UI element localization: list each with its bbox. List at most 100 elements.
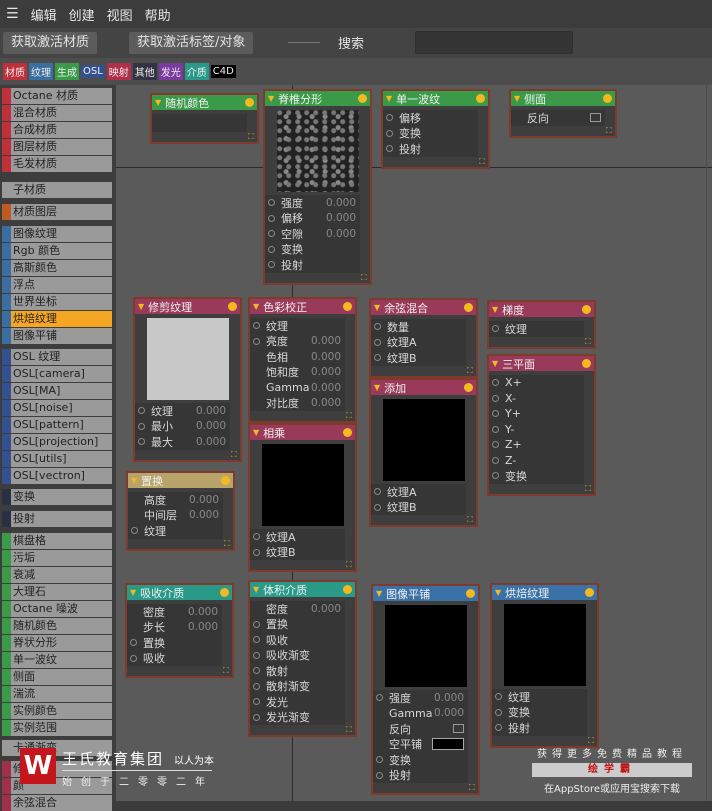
input-port[interactable] <box>492 394 499 402</box>
node-input-纹理[interactable]: 纹理 <box>250 318 345 334</box>
output-port[interactable] <box>343 585 352 594</box>
input-port[interactable] <box>253 667 260 674</box>
node-editor-canvas[interactable]: ▼ 随机颜色 ⛶ ▼ 脊椎分形 强度 0.000 偏移 0.000 空隙 0.000 变换 投射 ⛶ ▼ 单一… <box>116 85 712 801</box>
resize-handle-icon[interactable]: ⛶ <box>585 337 593 346</box>
resize-handle-icon[interactable]: ⛶ <box>248 133 256 141</box>
input-value[interactable]: 0.000 <box>326 228 360 240</box>
node-体积介质[interactable]: ▼ 体积介质 密度 0.000 置换 吸收 吸收渐变 散射 散射渐变 发光 发光渐变 ⛶ <box>248 580 357 737</box>
node-图像平铺[interactable]: ▼ 图像平铺 强度 0.000 Gamma 0.000 反向 空平铺 变换 投射 ⛶ <box>371 584 480 795</box>
tag-发光[interactable]: 发光 <box>158 63 183 80</box>
input-port[interactable] <box>253 620 260 628</box>
input-port[interactable] <box>374 354 381 361</box>
collapse-triangle-icon[interactable]: ▼ <box>492 305 498 314</box>
node-input-空隙[interactable]: 空隙 0.000 <box>265 226 360 242</box>
node-input-发光[interactable]: 发光 <box>250 694 345 710</box>
node-header[interactable]: ▼ 烘焙纹理 <box>492 585 597 600</box>
input-value[interactable]: 0.000 <box>326 212 360 224</box>
node-色彩校正[interactable]: ▼ 色彩校正 纹理 亮度 0.000 色相 0.000 饱和度 0.000 Gamma 0.000 对… <box>248 297 357 423</box>
node-header[interactable]: ▼ 置换 <box>128 473 233 488</box>
sidebar-item[interactable]: 变换 <box>2 489 112 505</box>
menu-view[interactable]: 视图 <box>107 5 133 24</box>
menu-create[interactable]: 创建 <box>69 5 95 24</box>
node-header[interactable]: ▼ 图像平铺 <box>373 586 478 601</box>
resize-handle-icon[interactable]: ⛶ <box>585 484 593 493</box>
output-port[interactable] <box>585 588 594 597</box>
sidebar-item[interactable]: 合成材质 <box>2 122 112 138</box>
input-port[interactable] <box>374 488 381 495</box>
input-value[interactable]: 0.000 <box>311 603 345 615</box>
input-port[interactable] <box>131 527 138 534</box>
node-input-置换[interactable]: 置换 <box>250 616 345 632</box>
sidebar-item[interactable]: 随机颜色 <box>2 618 112 634</box>
node-input-发光渐变[interactable]: 发光渐变 <box>250 709 345 725</box>
resize-handle-icon[interactable]: ⛶ <box>479 157 487 166</box>
node-input-Gamma[interactable]: Gamma 0.000 <box>373 705 468 721</box>
sidebar-item[interactable]: 投射 <box>2 511 112 527</box>
node-input-吸收[interactable]: 吸收 <box>250 632 345 648</box>
sidebar-item[interactable]: Octane 噪波 <box>2 601 112 617</box>
output-port[interactable] <box>358 94 367 103</box>
sidebar-item[interactable]: 图像平铺 <box>2 328 112 344</box>
resize-handle-icon[interactable]: ⛶ <box>469 784 477 792</box>
tag-纹理[interactable]: 纹理 <box>29 63 53 80</box>
collapse-triangle-icon[interactable]: ▼ <box>492 359 498 368</box>
sidebar-item[interactable]: 实例颜色 <box>2 703 112 719</box>
input-port[interactable] <box>495 693 502 700</box>
node-input-色相[interactable]: 色相 0.000 <box>250 349 345 365</box>
node-input-对比度[interactable]: 对比度 0.000 <box>250 395 345 411</box>
resize-handle-icon[interactable]: ⛶ <box>467 516 475 524</box>
sidebar-item[interactable]: 毛发材质 <box>2 156 112 172</box>
node-header[interactable]: ▼ 脊椎分形 <box>265 91 370 106</box>
collapse-triangle-icon[interactable]: ▼ <box>138 302 144 311</box>
input-port[interactable] <box>376 771 383 779</box>
input-value[interactable]: 0.000 <box>189 494 223 506</box>
node-header[interactable]: ▼ 三平面 <box>489 356 594 371</box>
node-相乘[interactable]: ▼ 相乘 纹理A 纹理B ⛶ <box>248 423 357 572</box>
node-input-最小[interactable]: 最小 0.000 <box>135 418 230 434</box>
input-port[interactable] <box>492 456 499 464</box>
input-port[interactable] <box>268 261 275 268</box>
input-port[interactable] <box>268 199 275 206</box>
collapse-triangle-icon[interactable]: ▼ <box>130 588 136 597</box>
output-port[interactable] <box>343 302 352 311</box>
input-port[interactable] <box>268 214 275 222</box>
input-value[interactable]: 0.000 <box>311 382 345 394</box>
output-port[interactable] <box>464 383 473 392</box>
node-input-吸收[interactable]: 吸收 <box>127 650 222 666</box>
input-value[interactable]: 0.000 <box>196 405 230 417</box>
node-input-散射[interactable]: 散射 <box>250 663 345 679</box>
sidebar-item[interactable]: 实例范围 <box>2 720 112 736</box>
node-header[interactable]: ▼ 随机颜色 <box>152 95 257 110</box>
tag-映射[interactable]: 映射 <box>106 63 131 80</box>
input-value[interactable]: 0.000 <box>196 420 230 432</box>
tag-材质[interactable]: 材质 <box>3 63 27 80</box>
sidebar-item[interactable]: 余弦混合 <box>2 795 112 811</box>
node-header[interactable]: ▼ 添加 <box>371 380 476 395</box>
collapse-triangle-icon[interactable]: ▼ <box>253 428 259 437</box>
sidebar-item[interactable]: 子材质 <box>2 182 112 198</box>
input-port[interactable] <box>253 698 260 705</box>
node-input-纹理A[interactable]: 纹理A <box>371 334 466 350</box>
input-port[interactable] <box>374 503 381 511</box>
sidebar-item[interactable]: 烘焙纹理 <box>2 311 112 327</box>
input-port[interactable] <box>376 756 383 763</box>
sidebar-item[interactable]: 图层材质 <box>2 139 112 155</box>
tag-介质[interactable]: 介质 <box>184 63 209 80</box>
resize-handle-icon[interactable]: ⛶ <box>361 273 369 282</box>
input-port[interactable] <box>130 654 137 662</box>
node-侧面[interactable]: ▼ 侧面 反向 ⛶ <box>509 89 617 138</box>
collapse-triangle-icon[interactable]: ▼ <box>376 589 382 598</box>
collapse-triangle-icon[interactable]: ▼ <box>268 94 274 103</box>
input-value[interactable]: 0.000 <box>326 197 360 209</box>
node-置换[interactable]: ▼ 置换 高度 0.000 中间层 0.000 纹理 ⛶ <box>126 471 235 551</box>
node-修剪纹理[interactable]: ▼ 修剪纹理 纹理 0.000 最小 0.000 最大 0.000 ⛶ <box>133 297 242 462</box>
node-header[interactable]: ▼ 余弦混合 <box>371 300 476 315</box>
node-input-Z-[interactable]: Z- <box>489 452 584 468</box>
sidebar-item[interactable]: OSL[pattern] <box>2 417 112 433</box>
node-随机颜色[interactable]: ▼ 随机颜色 ⛶ <box>150 93 259 144</box>
node-header[interactable]: ▼ 修剪纹理 <box>135 299 240 314</box>
sidebar-item[interactable]: 材质图层 <box>2 204 112 220</box>
sidebar-item[interactable]: Rgb 颜色 <box>2 243 112 259</box>
node-input-投射[interactable]: 投射 <box>373 767 468 783</box>
node-header[interactable]: ▼ 梯度 <box>489 302 594 317</box>
